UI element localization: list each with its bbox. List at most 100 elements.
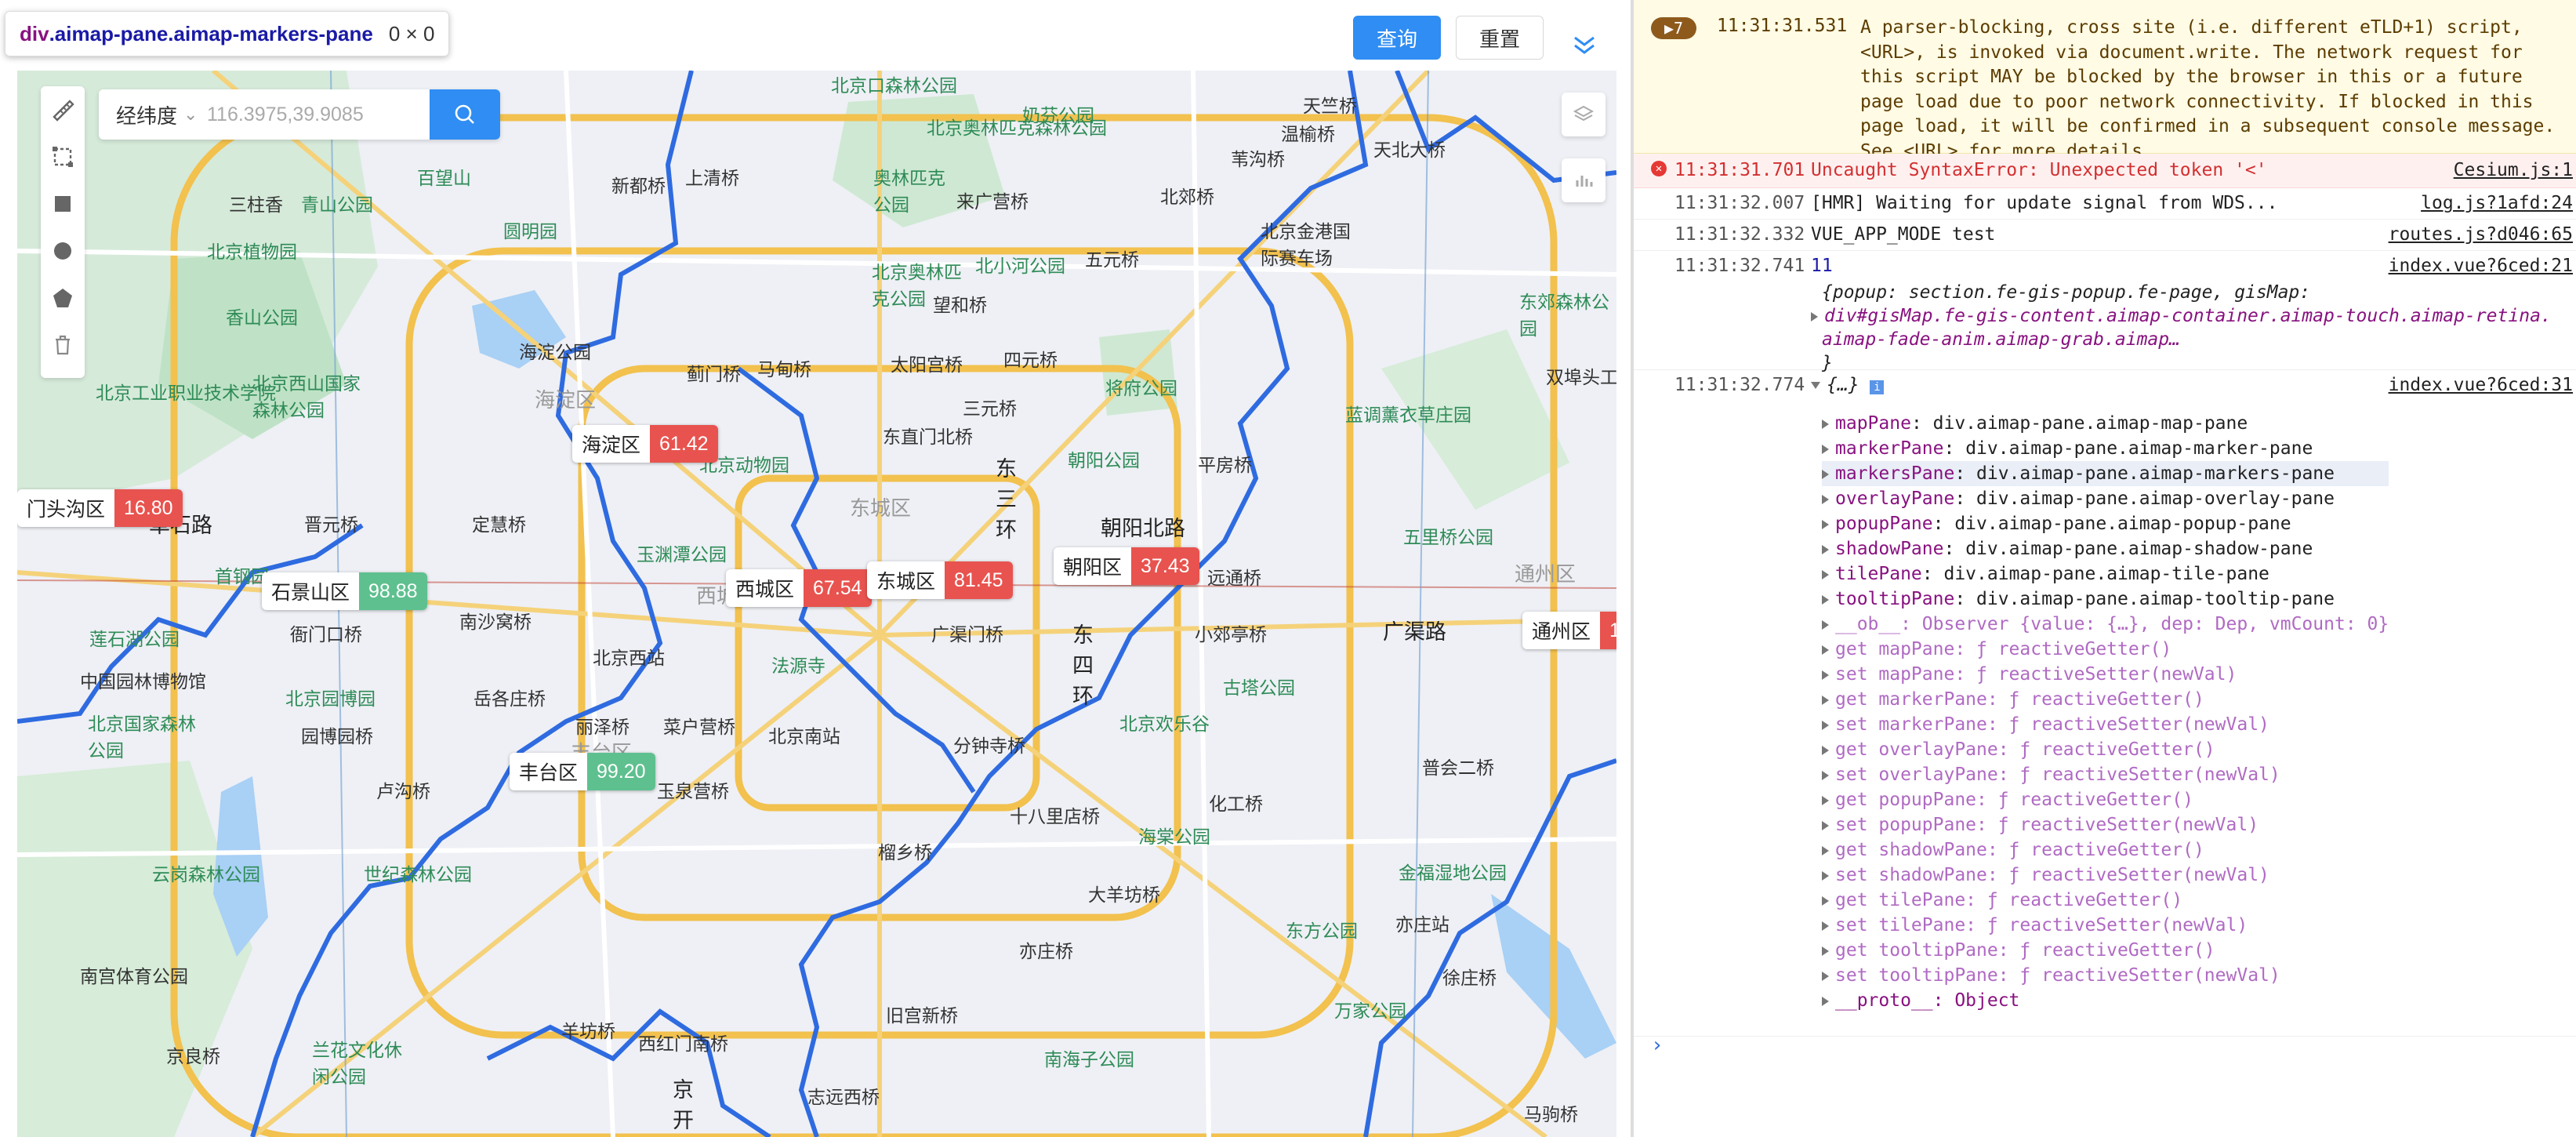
trash-icon[interactable]: [41, 321, 85, 369]
query-button[interactable]: 查询: [1353, 16, 1441, 60]
log-object-preview[interactable]: {popup: section.fe-gis-popup.fe-page, gi…: [1811, 281, 2552, 375]
circle-icon[interactable]: [41, 227, 85, 274]
log-source-link[interactable]: routes.js?d046:65: [2389, 224, 2573, 245]
district-marker[interactable]: 海淀区 61.42: [572, 425, 718, 463]
tree-row-setter[interactable]: set tooltipPane: ƒ reactiveSetter(newVal…: [1822, 963, 2389, 988]
tree-row-markerPane[interactable]: markerPane: div.aimap-pane.aimap-marker-…: [1822, 436, 2389, 461]
place-label: 马甸桥: [757, 359, 811, 380]
polygon-icon[interactable]: [41, 274, 85, 321]
error-source-link[interactable]: Cesium.js:1: [2454, 160, 2573, 180]
map-canvas[interactable]: 北京工业职业技术学院 阜石路 晋元桥 定慧桥 海淀公园 蓟门桥 马甸桥 太阳宫桥…: [17, 71, 1616, 1137]
collapse-chevron-icon[interactable]: [1570, 35, 1598, 56]
place-label: 北京工业职业技术学院: [96, 383, 276, 403]
log-text[interactable]: {…} i: [1811, 375, 1885, 395]
console-log-row: 11:31:32.332 VUE_APP_MODE test routes.js…: [1634, 220, 2576, 251]
coordinate-input[interactable]: 116.3975,39.9085: [207, 104, 430, 126]
tree-row-tilePane[interactable]: tilePane: div.aimap-pane.aimap-tile-pane: [1822, 561, 2389, 587]
place-label: 蓟门桥: [687, 364, 741, 384]
place-label: 朝阳北路: [1101, 517, 1185, 540]
place-label: 五里桥公园: [1403, 527, 1493, 547]
place-label: 北京金港国际赛车场: [1261, 221, 1351, 268]
tree-row-tooltipPane[interactable]: tooltipPane: div.aimap-pane.aimap-toolti…: [1822, 587, 2389, 612]
place-label: 东方公园: [1286, 921, 1358, 941]
bar-chart-icon[interactable]: [1562, 158, 1605, 202]
place-label: 丽泽桥: [575, 717, 629, 737]
marker-value: 61.42: [650, 425, 718, 463]
object-line: {popup: section.fe-gis-popup.fe-page, gi…: [1822, 282, 2311, 303]
place-label: 西红门南桥: [638, 1033, 728, 1054]
tree-row-getter[interactable]: get mapPane: ƒ reactiveGetter(): [1822, 637, 2389, 662]
district-marker[interactable]: 丰台区 99.20: [510, 753, 655, 790]
devtools-console: ▶ 7 11:31:31.531 A parser-blocking, cross…: [1634, 0, 2576, 1137]
tree-row-markersPane[interactable]: markersPane: div.aimap-pane.aimap-marker…: [1822, 461, 2389, 486]
place-label: 朝阳公园: [1068, 450, 1140, 470]
place-label: 北京南站: [768, 726, 840, 746]
marker-value: 37.43: [1131, 547, 1199, 585]
district-marker[interactable]: 通州区 12: [1522, 612, 1616, 649]
place-label: 金福湿地公园: [1399, 863, 1507, 883]
place-label: 莲石湖公园: [89, 629, 180, 649]
place-label: 分钟寺桥: [953, 736, 1025, 756]
place-label: 圆明园: [503, 221, 557, 242]
place-label: 十八里店桥: [1010, 806, 1100, 826]
place-label: 南宫体育公园: [80, 966, 188, 986]
district-marker[interactable]: 西城区 67.54: [726, 569, 872, 607]
tree-row-getter[interactable]: get tooltipPane: ƒ reactiveGetter(): [1822, 938, 2389, 963]
tree-row-setter[interactable]: set popupPane: ƒ reactiveSetter(newVal): [1822, 812, 2389, 837]
tree-row-proto[interactable]: __proto__: Object: [1822, 988, 2389, 1013]
log-source-link[interactable]: index.vue?6ced:31: [2389, 375, 2573, 395]
chevron-down-icon[interactable]: ⌄: [183, 104, 207, 125]
expand-triangle-icon[interactable]: [1811, 311, 1818, 321]
marker-name: 西城区: [735, 579, 795, 601]
console-prompt-input[interactable]: ›: [1651, 1033, 1664, 1057]
info-icon: i: [1870, 380, 1885, 394]
tree-row-setter[interactable]: set overlayPane: ƒ reactiveSetter(newVal…: [1822, 762, 2389, 787]
place-label: 天北大桥: [1373, 140, 1446, 160]
marker-value: 16.80: [114, 489, 183, 527]
element-inspector-tooltip: div.aimap-pane.aimap-markers-pane 0 × 0: [5, 11, 450, 56]
district-marker[interactable]: 门头沟区 16.80: [17, 489, 183, 527]
tree-row-getter[interactable]: get tilePane: ƒ reactiveGetter(): [1822, 888, 2389, 913]
tree-row-setter[interactable]: set shadowPane: ƒ reactiveSetter(newVal): [1822, 863, 2389, 888]
tree-row-getter[interactable]: get shadowPane: ƒ reactiveGetter(): [1822, 837, 2389, 863]
place-label: 广渠门桥: [931, 624, 1003, 645]
tree-row-getter[interactable]: get overlayPane: ƒ reactiveGetter(): [1822, 737, 2389, 762]
place-label: 四元桥: [1003, 350, 1058, 370]
tree-row-setter[interactable]: set tilePane: ƒ reactiveSetter(newVal): [1822, 913, 2389, 938]
tree-row-setter[interactable]: set markerPane: ƒ reactiveSetter(newVal): [1822, 712, 2389, 737]
ruler-icon[interactable]: [41, 86, 85, 133]
tree-row-getter[interactable]: get popupPane: ƒ reactiveGetter(): [1822, 787, 2389, 812]
tree-row-overlayPane[interactable]: overlayPane: div.aimap-pane.aimap-overla…: [1822, 486, 2389, 511]
error-icon: ✕: [1651, 161, 1667, 176]
map-draw-toolbar: [41, 86, 85, 378]
log-source-link[interactable]: log.js?1afd:24: [2421, 193, 2573, 213]
console-error: ✕ 11:31:31.701 Uncaught SyntaxError: Une…: [1634, 154, 2576, 188]
place-label: 京良桥: [166, 1046, 220, 1066]
place-label: 万家公园: [1334, 1001, 1406, 1021]
place-label: 衙门口桥: [290, 624, 362, 645]
rectangle-select-icon[interactable]: [41, 133, 85, 180]
district-marker[interactable]: 朝阳区 37.43: [1054, 547, 1199, 585]
place-label: 温榆桥: [1281, 124, 1335, 144]
tree-row-observer[interactable]: __ob__: Observer {value: {…}, dep: Dep, …: [1822, 612, 2389, 637]
district-marker[interactable]: 东城区 81.45: [867, 561, 1013, 599]
place-label: 三元桥: [963, 398, 1017, 419]
layers-icon[interactable]: [1562, 93, 1605, 136]
tree-row-popupPane[interactable]: popupPane: div.aimap-pane.aimap-popup-pa…: [1822, 511, 2389, 536]
square-icon[interactable]: [41, 180, 85, 227]
place-label: 北京口森林公园: [831, 75, 957, 96]
marker-name: 门头沟区: [27, 499, 106, 521]
place-label: 菜户营桥: [663, 717, 735, 737]
log-source-link[interactable]: index.vue?6ced:21: [2389, 256, 2573, 276]
tree-row-mapPane[interactable]: mapPane: div.aimap-pane.aimap-map-pane: [1822, 411, 2389, 436]
tree-row-setter[interactable]: set mapPane: ƒ reactiveSetter(newVal): [1822, 662, 2389, 687]
district-marker[interactable]: 石景山区 98.88: [262, 572, 427, 610]
console-log-row: 11:31:32.007 [HMR] Waiting for update si…: [1634, 188, 2576, 220]
reset-button[interactable]: 重置: [1456, 16, 1544, 60]
tree-row-getter[interactable]: get markerPane: ƒ reactiveGetter(): [1822, 687, 2389, 712]
tree-row-shadowPane[interactable]: shadowPane: div.aimap-pane.aimap-shadow-…: [1822, 536, 2389, 561]
place-label: 普会二桥: [1422, 757, 1494, 778]
search-mode-label[interactable]: 经纬度: [99, 100, 183, 129]
place-label: 志远西桥: [807, 1087, 880, 1107]
search-button[interactable]: [430, 89, 500, 140]
